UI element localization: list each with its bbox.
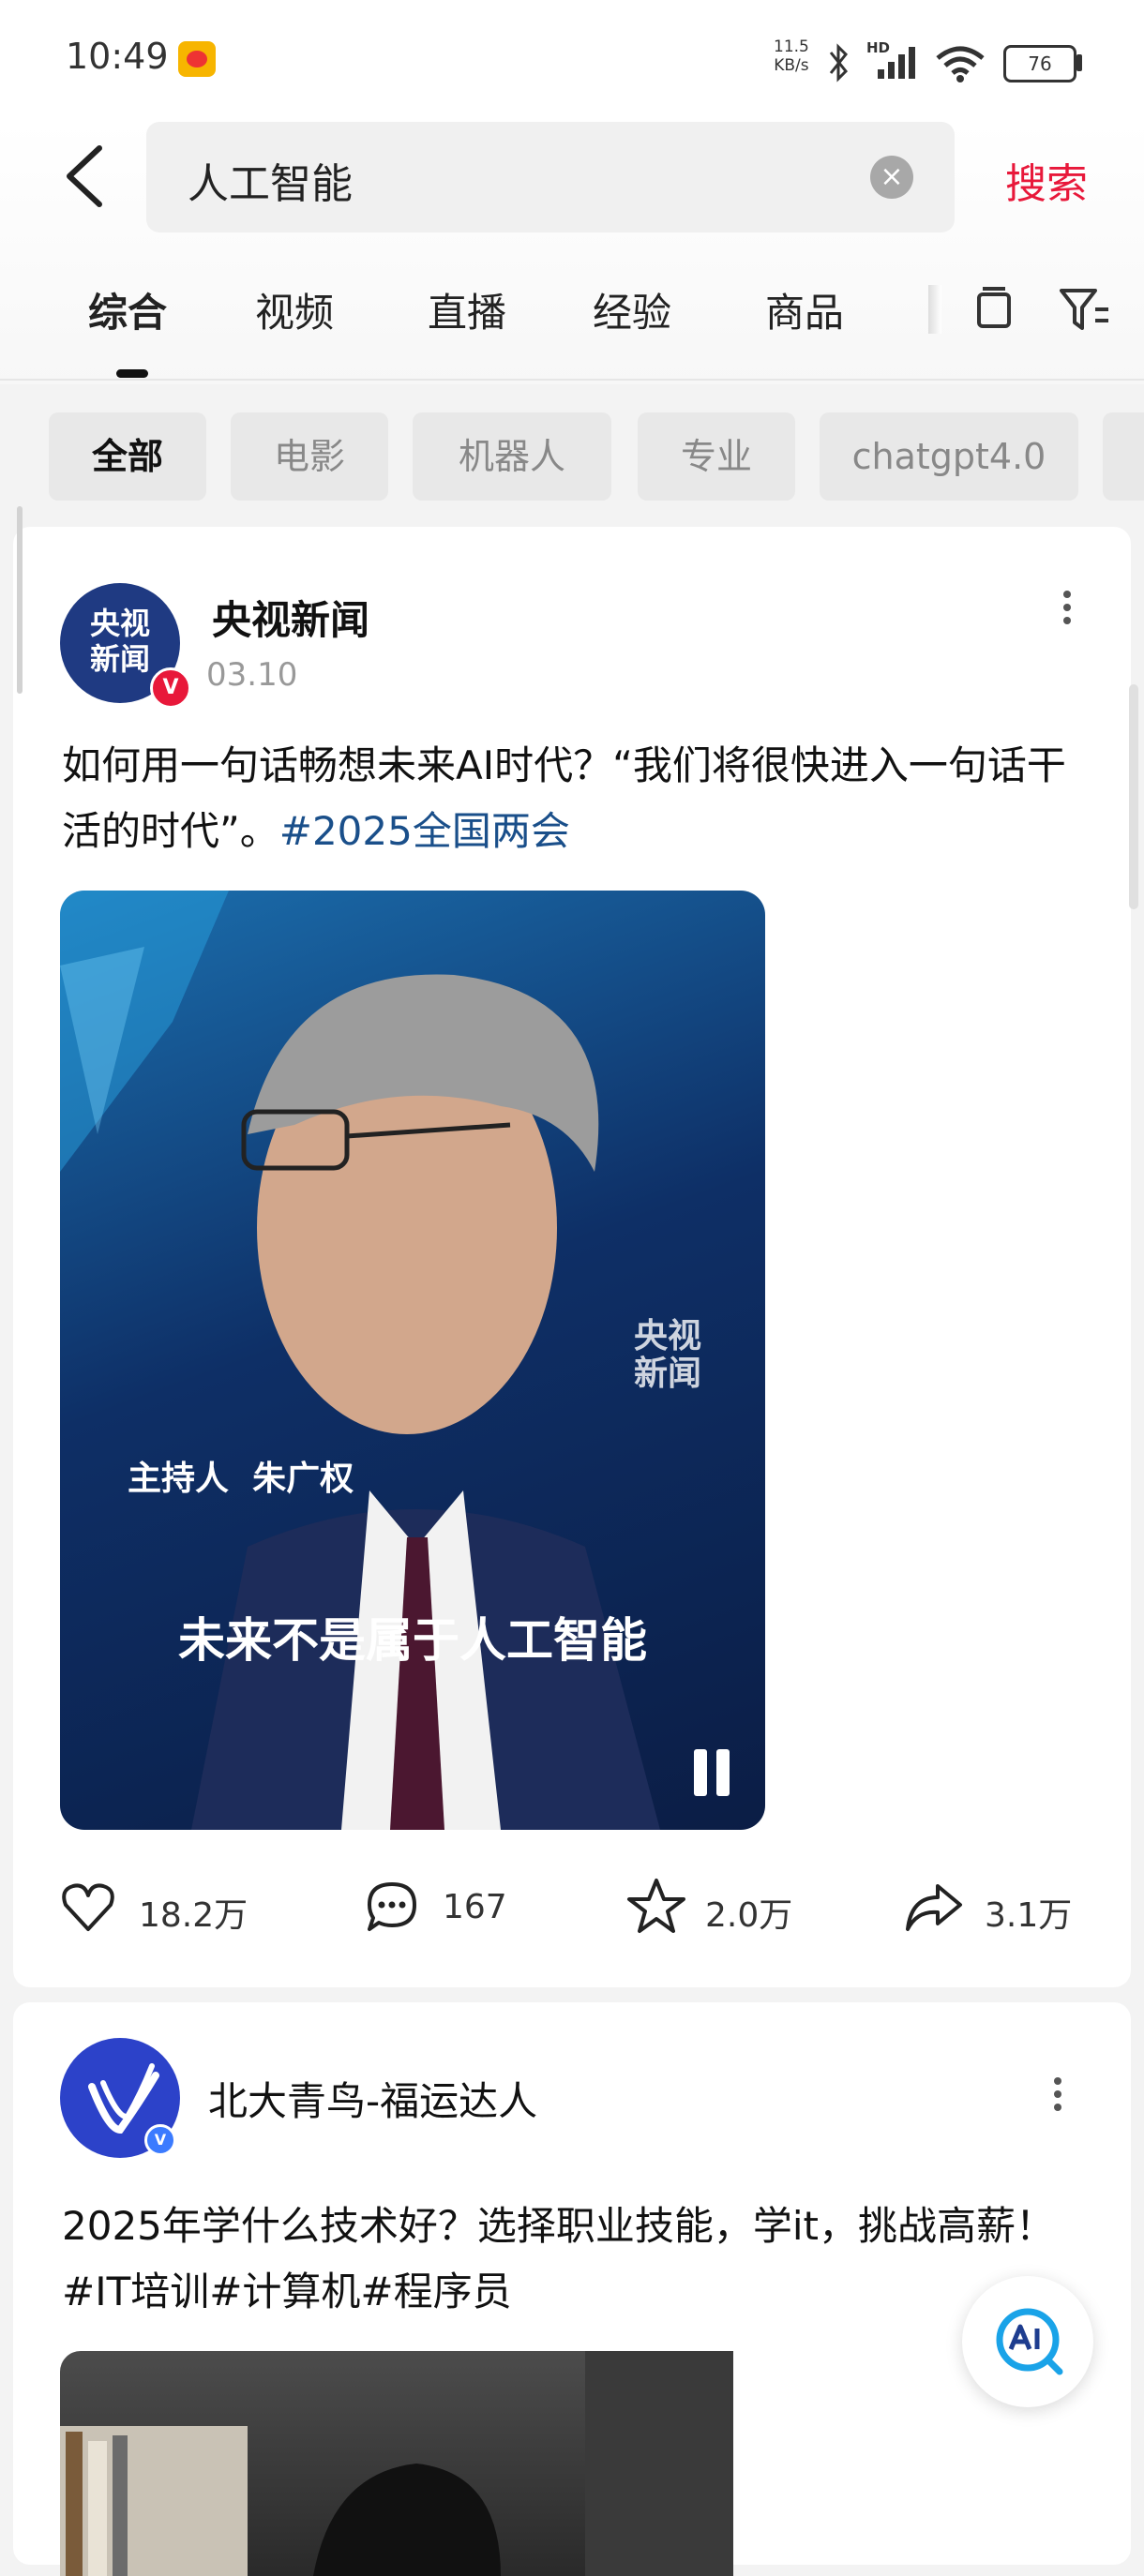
comment-count[interactable]: 167 (443, 1888, 507, 1926)
more-options-icon[interactable] (1048, 2072, 1067, 2128)
chip-major[interactable]: 专业 (638, 412, 795, 501)
wifi-icon (936, 46, 985, 82)
video-player[interactable]: 央视新闻 主持人 朱广权 未来不是属于人工智能 (60, 891, 765, 1830)
ai-assistant-icon (996, 2308, 1063, 2375)
battery-tip (1076, 54, 1082, 71)
chip-overflow[interactable] (1103, 412, 1144, 501)
post-author[interactable]: 北大青鸟-福运达人 (208, 2070, 537, 2127)
chip-robot[interactable]: 机器人 (413, 412, 611, 501)
share-count[interactable]: 3.1万 (985, 1888, 1072, 1937)
tab-products[interactable]: 商品 (765, 281, 844, 338)
post-text[interactable]: 2025年学什么技术好？选择职业技能，学it，挑战高薪！#IT培训#计算机#程序… (62, 2194, 1056, 2325)
comment-icon[interactable] (364, 1879, 420, 1935)
header-divider (0, 379, 1144, 381)
layout-switch-icon[interactable] (971, 281, 1016, 337)
clear-search-icon[interactable]: × (870, 156, 913, 199)
post-author[interactable]: 央视新闻 (212, 589, 369, 646)
search-button[interactable]: 搜索 (1005, 150, 1088, 210)
battery-icon: 76 (1003, 45, 1076, 82)
share-icon[interactable] (904, 1880, 964, 1933)
tab-live[interactable]: 直播 (428, 281, 506, 338)
pause-icon[interactable] (690, 1749, 735, 1796)
battery-level: 76 (1028, 52, 1052, 75)
post-image-content (60, 2351, 733, 2576)
verified-badge-icon: V (150, 667, 191, 709)
chip-chatgpt[interactable]: chatgpt4.0 (820, 412, 1078, 501)
like-count[interactable]: 18.2万 (139, 1888, 248, 1937)
tab-overflow-fade (928, 285, 941, 334)
back-arrow-icon[interactable] (58, 142, 111, 210)
bluetooth-icon (829, 43, 849, 82)
tab-comprehensive[interactable]: 综合 (88, 281, 167, 338)
favorite-count[interactable]: 2.0万 (705, 1888, 792, 1937)
weibo-notification-icon (178, 41, 216, 77)
video-watermark: 央视新闻 (633, 1317, 701, 1393)
post-date: 03.10 (206, 656, 298, 694)
favorite-star-icon[interactable] (626, 1877, 686, 1935)
tab-experience[interactable]: 经验 (593, 281, 671, 338)
search-query-text[interactable]: 人工智能 (188, 150, 353, 210)
hashtag-link[interactable]: #2025全国两会 (279, 808, 570, 854)
tab-video[interactable]: 视频 (255, 281, 334, 338)
chip-movie[interactable]: 电影 (231, 412, 388, 501)
signal-icon (878, 47, 915, 79)
status-time: 10:49 (66, 36, 169, 77)
network-speed: 11.5 KB/s (774, 37, 809, 75)
post-text[interactable]: 如何用一句话畅想未来AI时代？“我们将很快进入一句话干活的时代”。#2025全国… (62, 733, 1075, 864)
like-icon[interactable] (60, 1880, 116, 1933)
active-tab-indicator (116, 369, 148, 378)
avatar[interactable]: 央视新闻 V (60, 583, 191, 709)
filter-icon[interactable] (1058, 281, 1110, 337)
chip-all[interactable]: 全部 (49, 412, 206, 501)
video-caption-name: 主持人 朱广权 (128, 1460, 354, 1498)
post-image[interactable] (60, 2351, 733, 2576)
verified-badge-icon: V (144, 2124, 176, 2156)
video-subtitle: 未来不是属于人工智能 (178, 1613, 647, 1668)
avatar[interactable]: V (60, 2038, 180, 2158)
ai-assistant-button[interactable] (962, 2276, 1093, 2407)
scrollbar-right[interactable] (1129, 684, 1138, 909)
scrollbar[interactable] (17, 506, 23, 694)
avatar-label: 央视新闻 (89, 606, 150, 677)
more-options-icon[interactable] (1058, 585, 1076, 641)
